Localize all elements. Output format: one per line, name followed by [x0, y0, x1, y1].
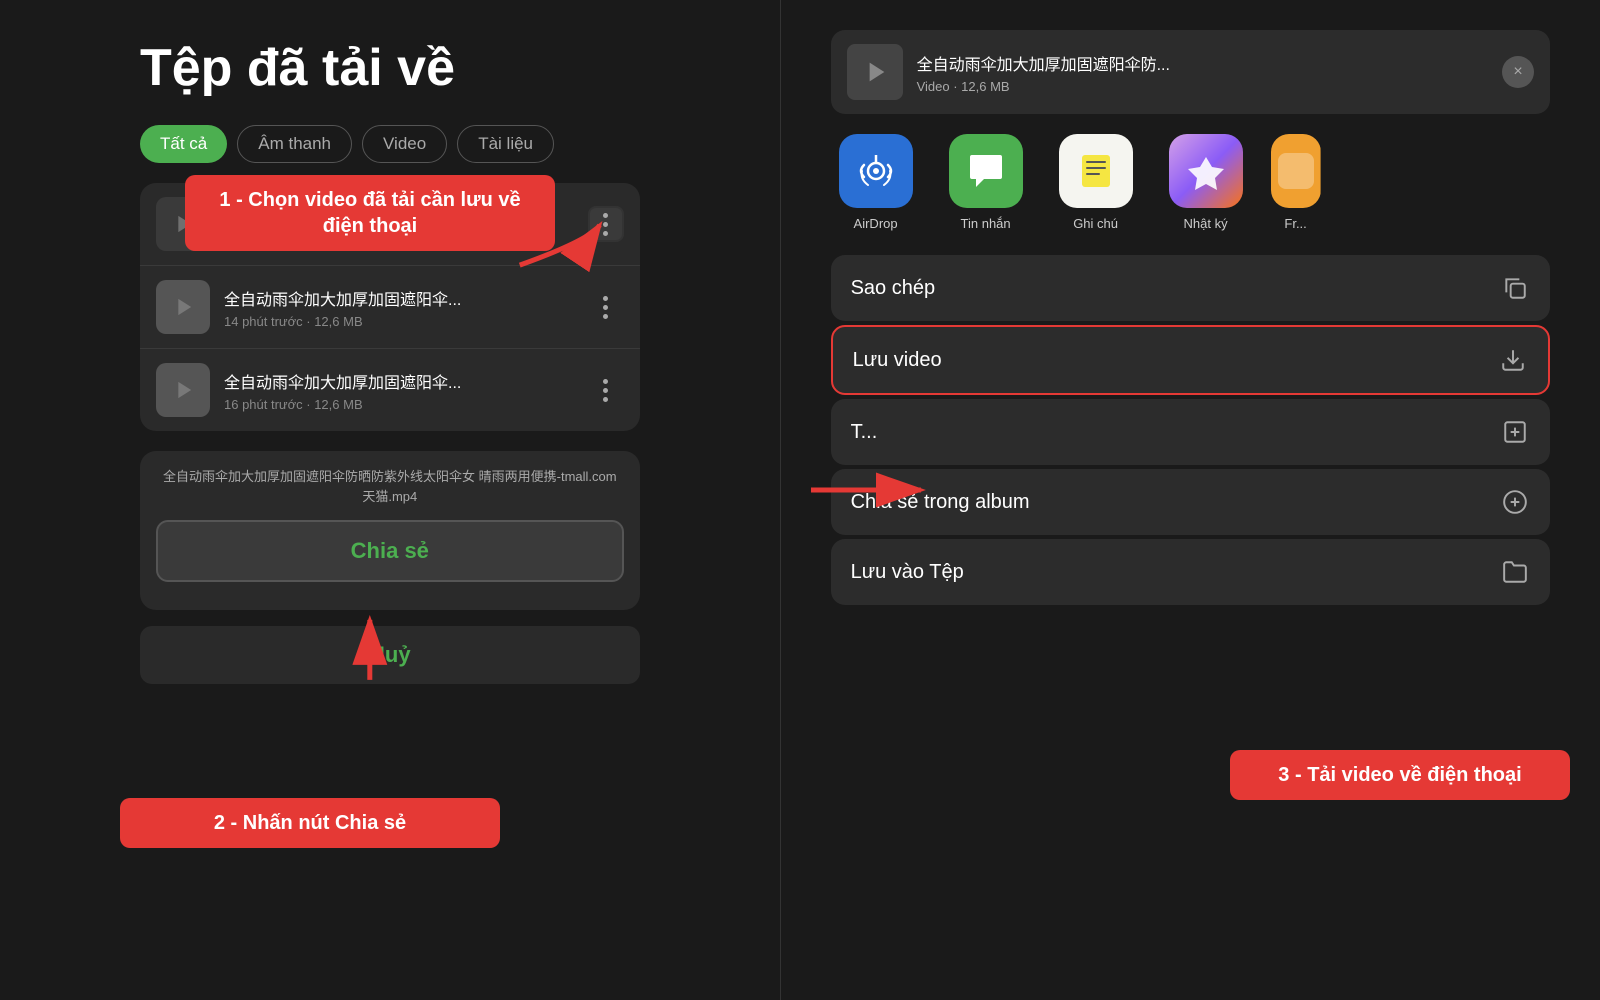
file-info-3: 全自动雨伞加大加厚加固遮阳伞... 16 phút trước · 12,6 M… — [224, 369, 588, 412]
folder-icon — [1500, 557, 1530, 587]
app-icon-notes[interactable]: Ghi chú — [1051, 134, 1141, 231]
partial-label: Fr... — [1284, 216, 1306, 231]
annotation-step-2: 2 - Nhấn nút Chia sẻ — [120, 798, 500, 848]
video-preview-info: 全自动雨伞加大加厚加固遮阳伞防... Video · 12,6 MB — [917, 51, 1502, 94]
file-thumb-2 — [156, 280, 210, 334]
action-copy-label: Sao chép — [851, 277, 936, 300]
airdrop-label: AirDrop — [854, 216, 898, 231]
action-share-album-label: Chia sẻ trong album — [851, 491, 1030, 514]
annotation-step-1: 1 - Chọn video đã tải cần lưu về điện th… — [185, 175, 555, 251]
airdrop-svg-icon — [854, 149, 898, 193]
action-share-album[interactable]: Chia sẻ trong album — [831, 469, 1550, 535]
file-name-3: 全自动雨伞加大加厚加固遮阳伞... — [224, 369, 588, 393]
nhatky-icon-bg — [1169, 134, 1243, 208]
action-generic[interactable]: T... — [831, 399, 1550, 465]
file-meta-2: 14 phút trước · 12,6 MB — [224, 314, 588, 329]
file-menu-btn-1[interactable] — [588, 206, 624, 242]
share-panel: 全自动雨伞加大加厚加固遮阳伞防晒防紫外线太阳伞女 晴雨两用便携-tmall.co… — [140, 451, 640, 610]
filter-tab-docs[interactable]: Tài liệu — [457, 125, 554, 163]
file-thumb-3 — [156, 363, 210, 417]
app-icon-nhatky[interactable]: Nhật ký — [1161, 134, 1251, 231]
action-save-video-label: Lưu video — [853, 349, 942, 372]
filter-tab-video[interactable]: Video — [362, 125, 447, 163]
close-button[interactable]: × — [1502, 56, 1534, 88]
airdrop-icon-bg — [839, 134, 913, 208]
right-panel: 全自动雨伞加大加厚加固遮阳伞防... Video · 12,6 MB × Air… — [781, 0, 1600, 1000]
action-list: Sao chép Lưu video T... — [831, 255, 1550, 607]
app-icon-messages[interactable]: Tin nhắn — [941, 134, 1031, 231]
video-preview-title: 全自动雨伞加大加厚加固遮阳伞防... — [917, 51, 1502, 75]
file-name-2: 全自动雨伞加大加厚加固遮阳伞... — [224, 286, 588, 310]
nhatky-label: Nhật ký — [1184, 216, 1228, 231]
generic-icon — [1500, 417, 1530, 447]
notes-svg-icon — [1074, 149, 1118, 193]
cancel-button[interactable]: Huỷ — [140, 626, 640, 684]
share-button[interactable]: Chia sẻ — [156, 520, 624, 582]
dots-icon-1 — [603, 213, 608, 236]
file-menu-btn-3[interactable] — [588, 372, 624, 408]
left-panel: Tệp đã tải về Tất cả Âm thanh Video Tài … — [0, 0, 780, 1000]
video-preview-thumb — [847, 44, 903, 100]
action-generic-label: T... — [851, 421, 878, 444]
dots-icon-3 — [603, 379, 608, 402]
filter-tab-all[interactable]: Tất cả — [140, 125, 227, 163]
filter-tabs: Tất cả Âm thanh Video Tài liệu — [140, 125, 640, 163]
video-preview-header: 全自动雨伞加大加厚加固遮阳伞防... Video · 12,6 MB × — [831, 30, 1550, 114]
app-icon-partial[interactable]: Fr... — [1271, 134, 1321, 231]
file-item-3[interactable]: 全自动雨伞加大加厚加固遮阳伞... 16 phút trước · 12,6 M… — [140, 349, 640, 431]
messages-label: Tin nhắn — [961, 216, 1011, 231]
share-panel-filename: 全自动雨伞加大加厚加固遮阳伞防晒防紫外线太阳伞女 晴雨两用便携-tmall.co… — [156, 467, 624, 506]
messages-svg-icon — [964, 149, 1008, 193]
app-icon-airdrop[interactable]: AirDrop — [831, 134, 921, 231]
app-icons-row: AirDrop Tin nhắn Ghi chú — [831, 134, 1550, 231]
dots-icon-2 — [603, 296, 608, 319]
notes-icon-bg — [1059, 134, 1133, 208]
nhatky-svg-icon — [1184, 149, 1228, 193]
messages-icon-bg — [949, 134, 1023, 208]
copy-icon — [1500, 273, 1530, 303]
file-menu-btn-2[interactable] — [588, 289, 624, 325]
notes-label: Ghi chú — [1073, 216, 1118, 231]
file-info-2: 全自动雨伞加大加厚加固遮阳伞... 14 phút trước · 12,6 M… — [224, 286, 588, 329]
action-save-file-label: Lưu vào Tệp — [851, 561, 964, 584]
action-save-file[interactable]: Lưu vào Tệp — [831, 539, 1550, 605]
file-meta-3: 16 phút trước · 12,6 MB — [224, 397, 588, 412]
filter-tab-audio[interactable]: Âm thanh — [237, 125, 352, 163]
partial-icon-bg — [1271, 134, 1321, 208]
video-preview-meta: Video · 12,6 MB — [917, 79, 1502, 94]
save-video-icon — [1498, 345, 1528, 375]
file-item-2[interactable]: 全自动雨伞加大加厚加固遮阳伞... 14 phút trước · 12,6 M… — [140, 266, 640, 349]
album-icon — [1500, 487, 1530, 517]
partial-svg-icon — [1274, 149, 1318, 193]
action-save-video[interactable]: Lưu video — [831, 325, 1550, 395]
page-title: Tệp đã tải về — [140, 40, 640, 97]
annotation-step-3: 3 - Tải video về điện thoại — [1230, 750, 1570, 800]
action-copy[interactable]: Sao chép — [831, 255, 1550, 321]
